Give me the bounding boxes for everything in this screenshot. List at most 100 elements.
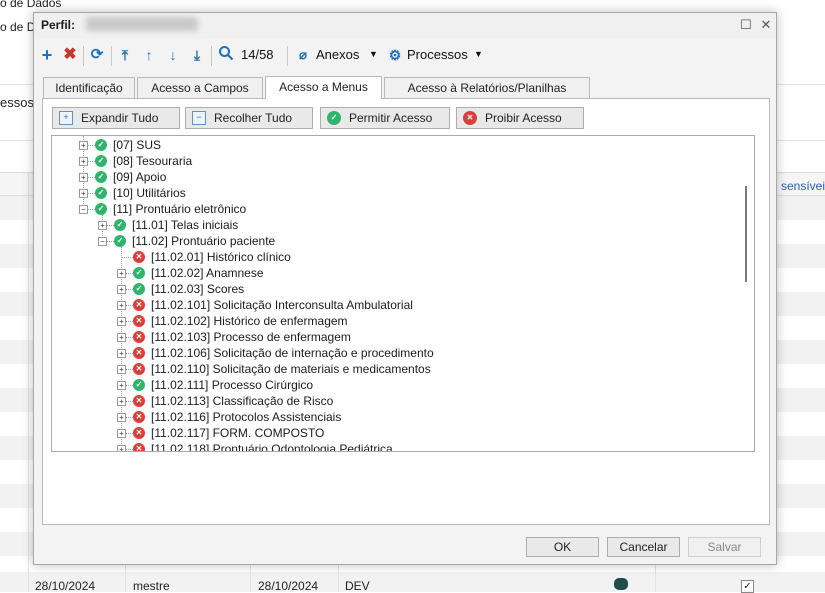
- expand-node-icon[interactable]: +: [117, 365, 126, 374]
- expand-node-icon[interactable]: +: [117, 269, 126, 278]
- access-denied-icon[interactable]: ✕: [133, 443, 145, 451]
- access-allowed-icon[interactable]: ✓: [133, 267, 145, 279]
- tree-node-label: [09] Apoio: [113, 170, 167, 184]
- search-icon[interactable]: [217, 45, 235, 65]
- expand-all-button[interactable]: + Expandir Tudo: [52, 107, 180, 129]
- expand-all-label: Expandir Tudo: [81, 111, 159, 125]
- tab-identificacao[interactable]: Identificação: [43, 77, 135, 99]
- column-divider: [655, 565, 656, 592]
- table-row[interactable]: [0, 572, 825, 592]
- tree-node[interactable]: ✕ [11.02.01] Histórico clínico: [52, 249, 732, 265]
- tree-node[interactable]: + ✓ [09] Apoio: [52, 169, 732, 185]
- tree-node[interactable]: + ✕ [11.02.117] FORM. COMPOSTO: [52, 425, 732, 441]
- scrollbar-thumb[interactable]: [745, 186, 747, 282]
- row-checkbox[interactable]: ✓: [741, 580, 754, 593]
- tree-node[interactable]: − ✓ [11] Prontuário eletrônico: [52, 201, 732, 217]
- expand-node-icon[interactable]: +: [79, 173, 88, 182]
- close-icon[interactable]: ✕: [758, 17, 774, 33]
- tree-node[interactable]: + ✕ [11.02.113] Classificação de Risco: [52, 393, 732, 409]
- tree-node[interactable]: + ✕ [11.02.106] Solicitação de internação …: [52, 345, 732, 361]
- access-denied-icon[interactable]: ✕: [133, 331, 145, 343]
- expand-node-icon[interactable]: +: [117, 317, 126, 326]
- tree-node[interactable]: + ✓ [11.02.111] Processo Cirúrgico: [52, 377, 732, 393]
- add-icon[interactable]: +: [38, 45, 56, 65]
- tree-node-label: [11.02.101] Solicitação Interconsulta Am…: [151, 298, 413, 312]
- collapse-node-icon[interactable]: −: [79, 205, 88, 214]
- dialog-titlebar[interactable]: Perfil: ☐ ✕: [34, 13, 776, 39]
- chevron-down-icon[interactable]: ▼: [474, 49, 483, 59]
- tree-node[interactable]: + ✕ [11.02.110] Solicitação de materiais e…: [52, 361, 732, 377]
- expand-node-icon[interactable]: +: [117, 333, 126, 342]
- access-allowed-icon[interactable]: ✓: [95, 203, 107, 215]
- cell-date: 28/10/2024: [258, 579, 319, 593]
- x-circle-icon: ✕: [463, 111, 477, 125]
- tree-node-label: [10] Utilitários: [113, 186, 186, 200]
- expand-node-icon[interactable]: +: [117, 381, 126, 390]
- refresh-icon[interactable]: ⟳: [88, 45, 106, 65]
- tree-node[interactable]: + ✕ [11.02.101] Solicitação Interconsulta …: [52, 297, 732, 313]
- allow-access-button[interactable]: ✓ Permitir Acesso: [320, 107, 450, 129]
- access-denied-icon[interactable]: ✕: [133, 411, 145, 423]
- expand-node-icon[interactable]: +: [117, 349, 126, 358]
- expand-node-icon[interactable]: +: [117, 445, 126, 451]
- expand-node-icon[interactable]: +: [117, 397, 126, 406]
- tab-acesso-menus[interactable]: Acesso a Menus: [265, 76, 382, 99]
- tree-node[interactable]: + ✓ [11.02.03] Scores: [52, 281, 732, 297]
- expand-node-icon[interactable]: +: [117, 429, 126, 438]
- access-allowed-icon[interactable]: ✓: [133, 379, 145, 391]
- tree-node[interactable]: + ✓ [11.01] Telas iniciais: [52, 217, 732, 233]
- tree-node[interactable]: + ✓ [08] Tesouraria: [52, 153, 732, 169]
- access-denied-icon[interactable]: ✕: [133, 395, 145, 407]
- previous-record-icon[interactable]: ↑: [140, 45, 158, 65]
- tree-node[interactable]: + ✓ [10] Utilitários: [52, 185, 732, 201]
- cell-env: DEV: [345, 579, 370, 593]
- tree-node[interactable]: + ✕ [11.02.116] Protocolos Assistenciais: [52, 409, 732, 425]
- chevron-down-icon[interactable]: ▼: [369, 49, 378, 59]
- ok-button[interactable]: OK: [526, 537, 599, 557]
- access-denied-icon[interactable]: ✕: [133, 251, 145, 263]
- tab-acesso-relatorios[interactable]: Acesso à Relatórios/Planilhas: [384, 77, 590, 99]
- expand-node-icon[interactable]: +: [79, 157, 88, 166]
- expand-node-icon[interactable]: +: [117, 301, 126, 310]
- tab-acesso-campos[interactable]: Acesso a Campos: [137, 77, 263, 99]
- access-denied-icon[interactable]: ✕: [133, 299, 145, 311]
- bg-link[interactable]: sensíveis: [781, 179, 825, 193]
- tree-node[interactable]: + ✕ [11.02.118] Prontuário Odontologia Ped…: [52, 441, 732, 451]
- tree-node[interactable]: + ✕ [11.02.102] Histórico de enfermagem: [52, 313, 732, 329]
- expand-node-icon[interactable]: +: [117, 413, 126, 422]
- expand-node-icon[interactable]: +: [79, 189, 88, 198]
- access-allowed-icon[interactable]: ✓: [95, 139, 107, 151]
- last-record-icon[interactable]: ⤓: [188, 45, 206, 65]
- maximize-icon[interactable]: ☐: [738, 17, 754, 33]
- access-allowed-icon[interactable]: ✓: [133, 283, 145, 295]
- next-record-icon[interactable]: ↓: [164, 45, 182, 65]
- tree-node[interactable]: + ✕ [11.02.103] Processo de enfermagem: [52, 329, 732, 345]
- access-allowed-icon[interactable]: ✓: [114, 235, 126, 247]
- deny-access-button[interactable]: ✕ Proibir Acesso: [456, 107, 584, 129]
- access-allowed-icon[interactable]: ✓: [95, 155, 107, 167]
- tree-node[interactable]: + ✓ [07] SUS: [52, 137, 732, 153]
- access-denied-icon[interactable]: ✕: [133, 315, 145, 327]
- first-record-icon[interactable]: ⤒: [116, 45, 134, 65]
- delete-icon[interactable]: ✖: [61, 45, 79, 65]
- expand-node-icon[interactable]: +: [117, 285, 126, 294]
- access-denied-icon[interactable]: ✕: [133, 363, 145, 375]
- cancel-button[interactable]: Cancelar: [607, 537, 680, 557]
- processos-button[interactable]: Processos: [407, 47, 468, 62]
- save-button[interactable]: Salvar: [688, 537, 761, 557]
- anexos-button[interactable]: Anexos: [316, 47, 359, 62]
- dialog-title: Perfil:: [41, 18, 76, 32]
- expand-node-icon[interactable]: +: [79, 141, 88, 150]
- access-allowed-icon[interactable]: ✓: [114, 219, 126, 231]
- menu-access-tree[interactable]: + ✓ [07] SUS + ✓ [08] Tesouraria + ✓ [09] Apoio +…: [51, 135, 755, 452]
- access-allowed-icon[interactable]: ✓: [95, 187, 107, 199]
- access-denied-icon[interactable]: ✕: [133, 427, 145, 439]
- access-denied-icon[interactable]: ✕: [133, 347, 145, 359]
- tree-node[interactable]: − ✓ [11.02] Prontuário paciente: [52, 233, 732, 249]
- collapse-all-button[interactable]: − Recolher Tudo: [185, 107, 313, 129]
- collapse-node-icon[interactable]: −: [98, 237, 107, 246]
- vertical-scrollbar[interactable]: [738, 136, 754, 451]
- expand-node-icon[interactable]: +: [98, 221, 107, 230]
- tree-node[interactable]: + ✓ [11.02.02] Anamnese: [52, 265, 732, 281]
- access-allowed-icon[interactable]: ✓: [95, 171, 107, 183]
